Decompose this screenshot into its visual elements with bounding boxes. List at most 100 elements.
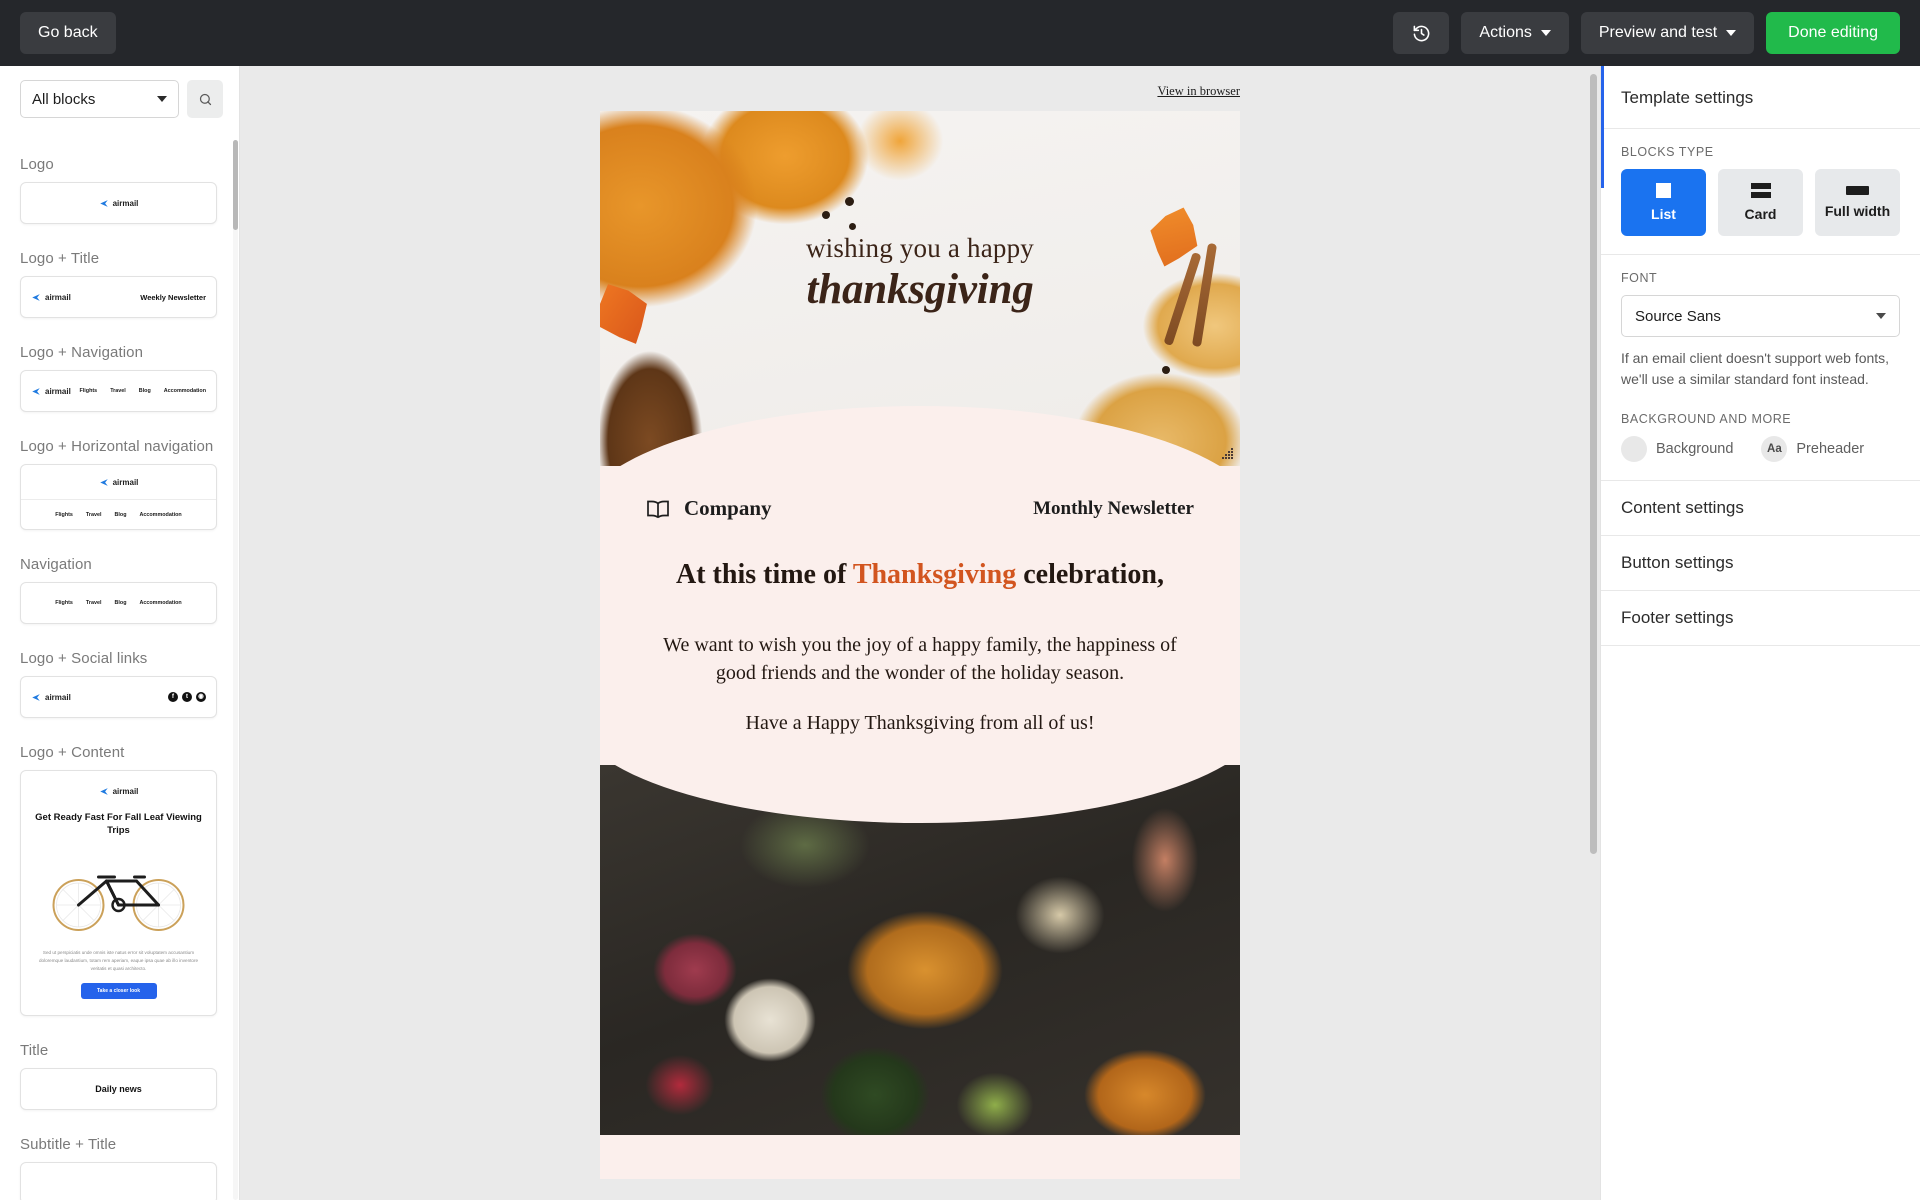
newsletter-title: Monthly Newsletter xyxy=(1033,497,1194,519)
canvas-scrollbar[interactable] xyxy=(1590,74,1597,1200)
block-preview-logo-social-links[interactable]: airmail f t ◉ xyxy=(20,676,217,718)
version-history-button[interactable] xyxy=(1393,12,1450,54)
hero-image-block[interactable]: wishing you a happy thanksgiving xyxy=(600,111,1240,466)
block-title-text: Weekly Newsletter xyxy=(140,292,206,302)
sidebar-header: All blocks xyxy=(0,66,239,130)
logo-text: airmail xyxy=(112,198,139,208)
block-group-logo: Logo airmail xyxy=(0,156,239,224)
preview-and-test-label: Preview and test xyxy=(1598,24,1718,41)
blocks-type-label-card: Card xyxy=(1744,206,1777,222)
toolbar-actions-group: Actions Preview and test Done editing xyxy=(1393,12,1900,54)
block-preview-logo-title[interactable]: airmail Weekly Newsletter xyxy=(20,276,217,318)
spice-seed-decoration xyxy=(822,211,830,219)
nav-item: Blog xyxy=(114,600,127,606)
block-label: Navigation xyxy=(20,556,92,573)
preview-and-test-button[interactable]: Preview and test xyxy=(1580,12,1755,54)
email-paragraph-1[interactable]: We want to wish you the joy of a happy f… xyxy=(600,631,1240,687)
background-and-more-section: BACKGROUND AND MORE Background Aa Prehea… xyxy=(1601,408,1920,480)
spice-seed-decoration xyxy=(1162,366,1170,374)
full-width-block-icon xyxy=(1846,186,1869,195)
blocks-type-group: List Card Full width xyxy=(1621,169,1900,236)
email-footer-spacer xyxy=(600,1135,1240,1179)
block-title-text: Daily news xyxy=(95,1083,142,1094)
block-label: Title xyxy=(20,1041,49,1059)
mini-nav: Flights Travel Blog Accommodation xyxy=(55,512,181,518)
blocks-type-full-width-option[interactable]: Full width xyxy=(1815,169,1900,236)
blocks-filter-select[interactable]: All blocks xyxy=(20,80,179,118)
content-settings-link[interactable]: Content settings xyxy=(1601,480,1920,535)
block-preview-navigation[interactable]: Flights Travel Blog Accommodation xyxy=(20,582,217,624)
background-label: Background xyxy=(1656,441,1734,457)
instagram-icon: ◉ xyxy=(196,692,206,702)
email-header-block[interactable]: Company Monthly Newsletter xyxy=(600,466,1240,521)
nav-item: Flights xyxy=(55,511,73,518)
nav-item: Travel xyxy=(85,511,102,518)
logo-text: airmail xyxy=(45,692,71,702)
panel-title: Template settings xyxy=(1621,88,1754,107)
block-preview-logo-navigation[interactable]: airmail Flights Travel Blog Accommodatio… xyxy=(20,370,217,412)
block-preview-logo[interactable]: airmail xyxy=(20,182,217,224)
block-group-logo-horizontal-navigation: Logo + Horizontal navigation airmail Fli… xyxy=(0,438,239,530)
sidebar-scrollbar-thumb[interactable] xyxy=(233,140,238,230)
nav-item: Accommodation xyxy=(139,600,182,606)
block-label: Logo + Title xyxy=(20,250,100,267)
font-label: FONT xyxy=(1621,271,1658,285)
chevron-down-icon xyxy=(1540,30,1551,36)
bicycle-illustration xyxy=(52,875,185,931)
paper-plane-icon xyxy=(32,693,40,701)
preheader-setting[interactable]: Aa Preheader xyxy=(1761,436,1864,462)
email-paragraph-2[interactable]: Have a Happy Thanksgiving from all of us… xyxy=(600,709,1240,737)
airmail-logo: airmail xyxy=(31,293,71,302)
spice-seed-decoration xyxy=(849,223,856,230)
content-block-button[interactable]: Take a closer look xyxy=(80,982,157,999)
done-editing-button[interactable]: Done editing xyxy=(1766,12,1900,54)
background-setting[interactable]: Background xyxy=(1621,436,1733,462)
dinner-image-block[interactable] xyxy=(600,765,1240,1135)
block-preview-title[interactable]: Daily news xyxy=(20,1067,217,1110)
blocks-type-label-list: List xyxy=(1651,206,1676,222)
card-block-icon xyxy=(1750,183,1771,198)
mini-nav: Flights Travel Blog Accommodation xyxy=(80,388,206,394)
block-label: Logo xyxy=(20,156,54,173)
block-preview-subtitle-title[interactable] xyxy=(20,1161,217,1200)
airmail-logo: airmail xyxy=(99,198,139,208)
button-settings-link[interactable]: Button settings xyxy=(1601,535,1920,590)
chevron-down-icon xyxy=(1726,30,1737,36)
blocks-search-button[interactable] xyxy=(187,80,223,118)
block-preview-logo-horizontal-navigation[interactable]: airmail Flights Travel Blog Accommodatio… xyxy=(20,464,217,530)
block-label: Subtitle + Title xyxy=(20,1135,117,1153)
email-preview-canvas[interactable]: View in browser wishing you a happy than… xyxy=(240,66,1600,1200)
footer-settings-link[interactable]: Footer settings xyxy=(1601,590,1920,646)
paper-plane-icon xyxy=(99,199,108,207)
font-select[interactable]: Source Sans xyxy=(1621,295,1900,337)
go-back-button[interactable]: Go back xyxy=(20,12,116,54)
block-group-subtitle-title: Subtitle + Title xyxy=(0,1136,239,1200)
view-in-browser-link[interactable]: View in browser xyxy=(600,84,1240,99)
facebook-icon: f xyxy=(168,692,178,702)
block-label: Logo + Social links xyxy=(20,650,148,667)
paper-plane-icon xyxy=(99,478,108,486)
email-template[interactable]: wishing you a happy thanksgiving Company… xyxy=(600,111,1240,1179)
block-preview-logo-content[interactable]: airmail Get Ready Fast For Fall Leaf Vie… xyxy=(20,770,217,1016)
block-group-navigation: Navigation Flights Travel Blog Accommoda… xyxy=(0,556,239,624)
actions-dropdown-button[interactable]: Actions xyxy=(1461,12,1569,54)
font-value: Source Sans xyxy=(1635,307,1721,325)
resize-handle[interactable] xyxy=(1222,448,1234,460)
canvas-scrollbar-thumb[interactable] xyxy=(1590,74,1597,854)
sidebar-scrollbar[interactable] xyxy=(233,140,238,1200)
company-name: Company xyxy=(684,496,772,520)
logo-text: airmail xyxy=(112,477,139,487)
logo-text: airmail xyxy=(45,386,71,396)
email-headline[interactable]: At this time of Thanksgiving celebration… xyxy=(600,559,1240,591)
blocks-list[interactable]: Logo airmail Logo + Title airmail Weekly… xyxy=(0,130,239,1200)
blocks-type-list-option[interactable]: List xyxy=(1621,169,1706,236)
actions-label: Actions xyxy=(1479,24,1532,41)
logo-text: airmail xyxy=(45,292,71,302)
airmail-logo: airmail xyxy=(31,387,71,396)
blocks-type-card-option[interactable]: Card xyxy=(1718,169,1803,236)
block-label: Logo + Content xyxy=(20,744,125,761)
preheader-text-icon: Aa xyxy=(1761,436,1788,462)
active-panel-indicator xyxy=(1601,66,1604,188)
history-clock-icon xyxy=(1413,25,1430,41)
editor-body: All blocks Logo airmail Logo + Title air… xyxy=(0,66,1920,1200)
